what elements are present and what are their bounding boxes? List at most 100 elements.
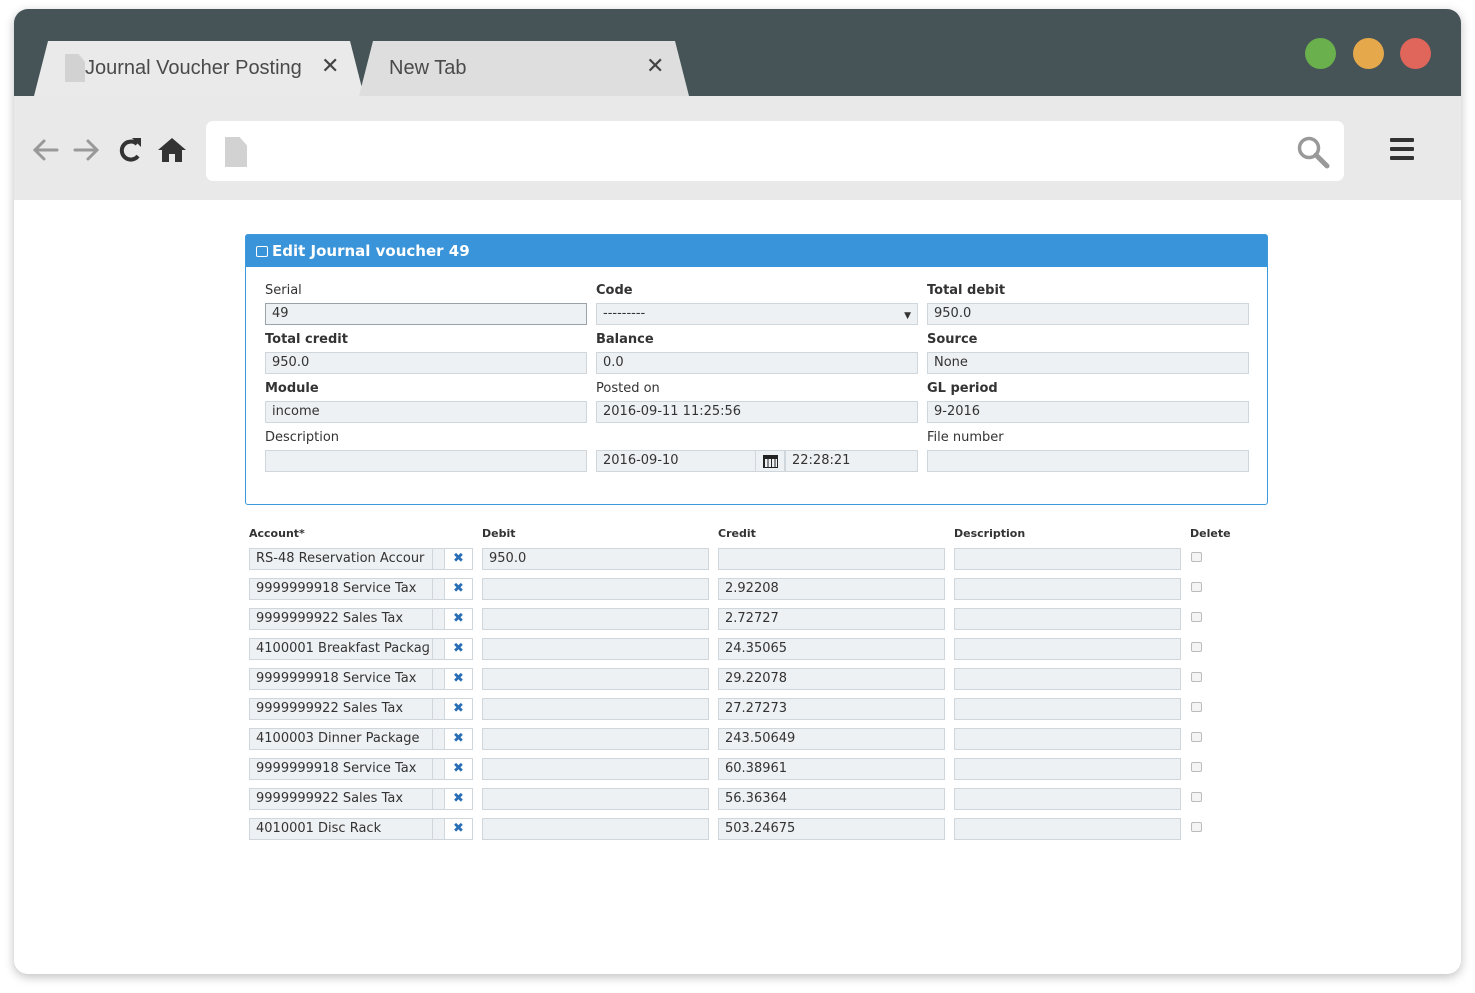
clear-account-icon[interactable]: ✖	[445, 758, 473, 780]
balance-label: Balance	[596, 332, 654, 347]
debit-field[interactable]	[482, 788, 709, 810]
line-description-field[interactable]	[954, 668, 1181, 690]
debit-field[interactable]	[482, 698, 709, 720]
debit-field[interactable]	[482, 728, 709, 750]
account-field[interactable]: 9999999922 Sales Tax	[249, 698, 433, 720]
delete-checkbox[interactable]	[1191, 762, 1202, 772]
posted-on-field[interactable]: 2016-09-11 11:25:56	[596, 401, 918, 423]
debit-field[interactable]: 950.0	[482, 548, 709, 570]
account-field[interactable]: 9999999918 Service Tax	[249, 578, 433, 600]
delete-checkbox[interactable]	[1191, 792, 1202, 802]
home-button[interactable]	[156, 135, 188, 171]
credit-field[interactable]: 56.36364	[718, 788, 945, 810]
browser-toolbar	[14, 96, 1461, 200]
clear-account-icon[interactable]: ✖	[445, 698, 473, 720]
line-description-field[interactable]	[954, 578, 1181, 600]
account-field[interactable]: 4010001 Disc Rack	[249, 818, 433, 840]
file-number-field[interactable]	[927, 450, 1249, 472]
delete-checkbox[interactable]	[1191, 822, 1202, 832]
account-field[interactable]: 9999999918 Service Tax	[249, 668, 433, 690]
description-column-header: Description	[954, 527, 1026, 540]
delete-checkbox[interactable]	[1191, 642, 1202, 652]
line-description-field[interactable]	[954, 758, 1181, 780]
account-field[interactable]: 4100003 Dinner Package	[249, 728, 433, 750]
source-field[interactable]: None	[927, 352, 1249, 374]
description-field[interactable]	[265, 450, 587, 472]
debit-field[interactable]	[482, 608, 709, 630]
tab-journal-voucher-posting[interactable]: Journal Voucher Posting ✕	[34, 41, 364, 96]
address-bar[interactable]	[206, 121, 1344, 181]
delete-checkbox[interactable]	[1191, 612, 1202, 622]
minimize-button[interactable]	[1353, 38, 1384, 69]
forward-button[interactable]	[72, 135, 102, 171]
close-tab-icon[interactable]: ✕	[321, 54, 339, 79]
credit-field[interactable]	[718, 548, 945, 570]
account-field[interactable]: RS-48 Reservation Accour	[249, 548, 433, 570]
maximize-button[interactable]	[1305, 38, 1336, 69]
account-field[interactable]: 4100001 Breakfast Packaɡ	[249, 638, 433, 660]
credit-field[interactable]: 243.50649	[718, 728, 945, 750]
line-description-field[interactable]	[954, 788, 1181, 810]
reload-button[interactable]	[116, 135, 144, 171]
account-field[interactable]: 9999999922 Sales Tax	[249, 788, 433, 810]
debit-field[interactable]	[482, 578, 709, 600]
date-field[interactable]: 2016-09-10	[596, 450, 756, 472]
hamburger-menu-icon[interactable]	[1390, 138, 1414, 164]
close-window-button[interactable]	[1400, 38, 1431, 69]
code-select[interactable]: --------- ▼	[596, 303, 918, 325]
account-field[interactable]: 9999999922 Sales Tax	[249, 608, 433, 630]
total-debit-field[interactable]: 950.0	[927, 303, 1249, 325]
credit-field[interactable]: 29.22078	[718, 668, 945, 690]
credit-field[interactable]: 24.35065	[718, 638, 945, 660]
delete-checkbox[interactable]	[1191, 732, 1202, 742]
calendar-button[interactable]	[755, 450, 785, 472]
search-icon[interactable]	[1296, 135, 1330, 169]
delete-checkbox[interactable]	[1191, 672, 1202, 682]
account-field[interactable]: 9999999918 Service Tax	[249, 758, 433, 780]
code-select-value: ---------	[603, 306, 646, 321]
url-input[interactable]	[266, 135, 1266, 167]
debit-field[interactable]	[482, 668, 709, 690]
clear-account-icon[interactable]: ✖	[445, 668, 473, 690]
delete-checkbox[interactable]	[1191, 552, 1202, 562]
total-credit-field[interactable]: 950.0	[265, 352, 587, 374]
credit-field[interactable]: 27.27273	[718, 698, 945, 720]
gl-period-field[interactable]: 9-2016	[927, 401, 1249, 423]
line-description-field[interactable]	[954, 698, 1181, 720]
balance-field[interactable]: 0.0	[596, 352, 918, 374]
line-description-field[interactable]	[954, 818, 1181, 840]
browser-window: Journal Voucher Posting ✕ New Tab ✕ Edit…	[14, 9, 1461, 974]
line-description-field[interactable]	[954, 728, 1181, 750]
serial-field[interactable]: 49	[265, 303, 587, 325]
tab-new-tab[interactable]: New Tab ✕	[359, 41, 689, 96]
debit-field[interactable]	[482, 758, 709, 780]
debit-field[interactable]	[482, 818, 709, 840]
delete-checkbox[interactable]	[1191, 702, 1202, 712]
delete-checkbox[interactable]	[1191, 582, 1202, 592]
close-tab-icon[interactable]: ✕	[646, 54, 664, 79]
clear-account-icon[interactable]: ✖	[445, 818, 473, 840]
account-field-divider	[433, 728, 445, 750]
account-field-divider	[433, 548, 445, 570]
credit-field[interactable]: 503.24675	[718, 818, 945, 840]
back-button[interactable]	[30, 135, 60, 171]
credit-field[interactable]: 60.38961	[718, 758, 945, 780]
clear-account-icon[interactable]: ✖	[445, 608, 473, 630]
table-row: 9999999922 Sales Tax ✖ 56.36364	[245, 788, 1245, 810]
credit-field[interactable]: 2.72727	[718, 608, 945, 630]
clear-account-icon[interactable]: ✖	[445, 578, 473, 600]
debit-field[interactable]	[482, 638, 709, 660]
time-field[interactable]: 22:28:21	[785, 450, 918, 472]
line-description-field[interactable]	[954, 548, 1181, 570]
credit-field[interactable]: 2.92208	[718, 578, 945, 600]
clear-account-icon[interactable]: ✖	[445, 788, 473, 810]
table-row: 4010001 Disc Rack ✖ 503.24675	[245, 818, 1245, 840]
line-description-field[interactable]	[954, 608, 1181, 630]
clear-account-icon[interactable]: ✖	[445, 548, 473, 570]
clear-account-icon[interactable]: ✖	[445, 638, 473, 660]
clear-account-icon[interactable]: ✖	[445, 728, 473, 750]
module-field[interactable]: income	[265, 401, 587, 423]
line-description-field[interactable]	[954, 638, 1181, 660]
table-row: RS-48 Reservation Accour ✖ 950.0	[245, 548, 1245, 570]
reload-icon	[119, 138, 141, 162]
